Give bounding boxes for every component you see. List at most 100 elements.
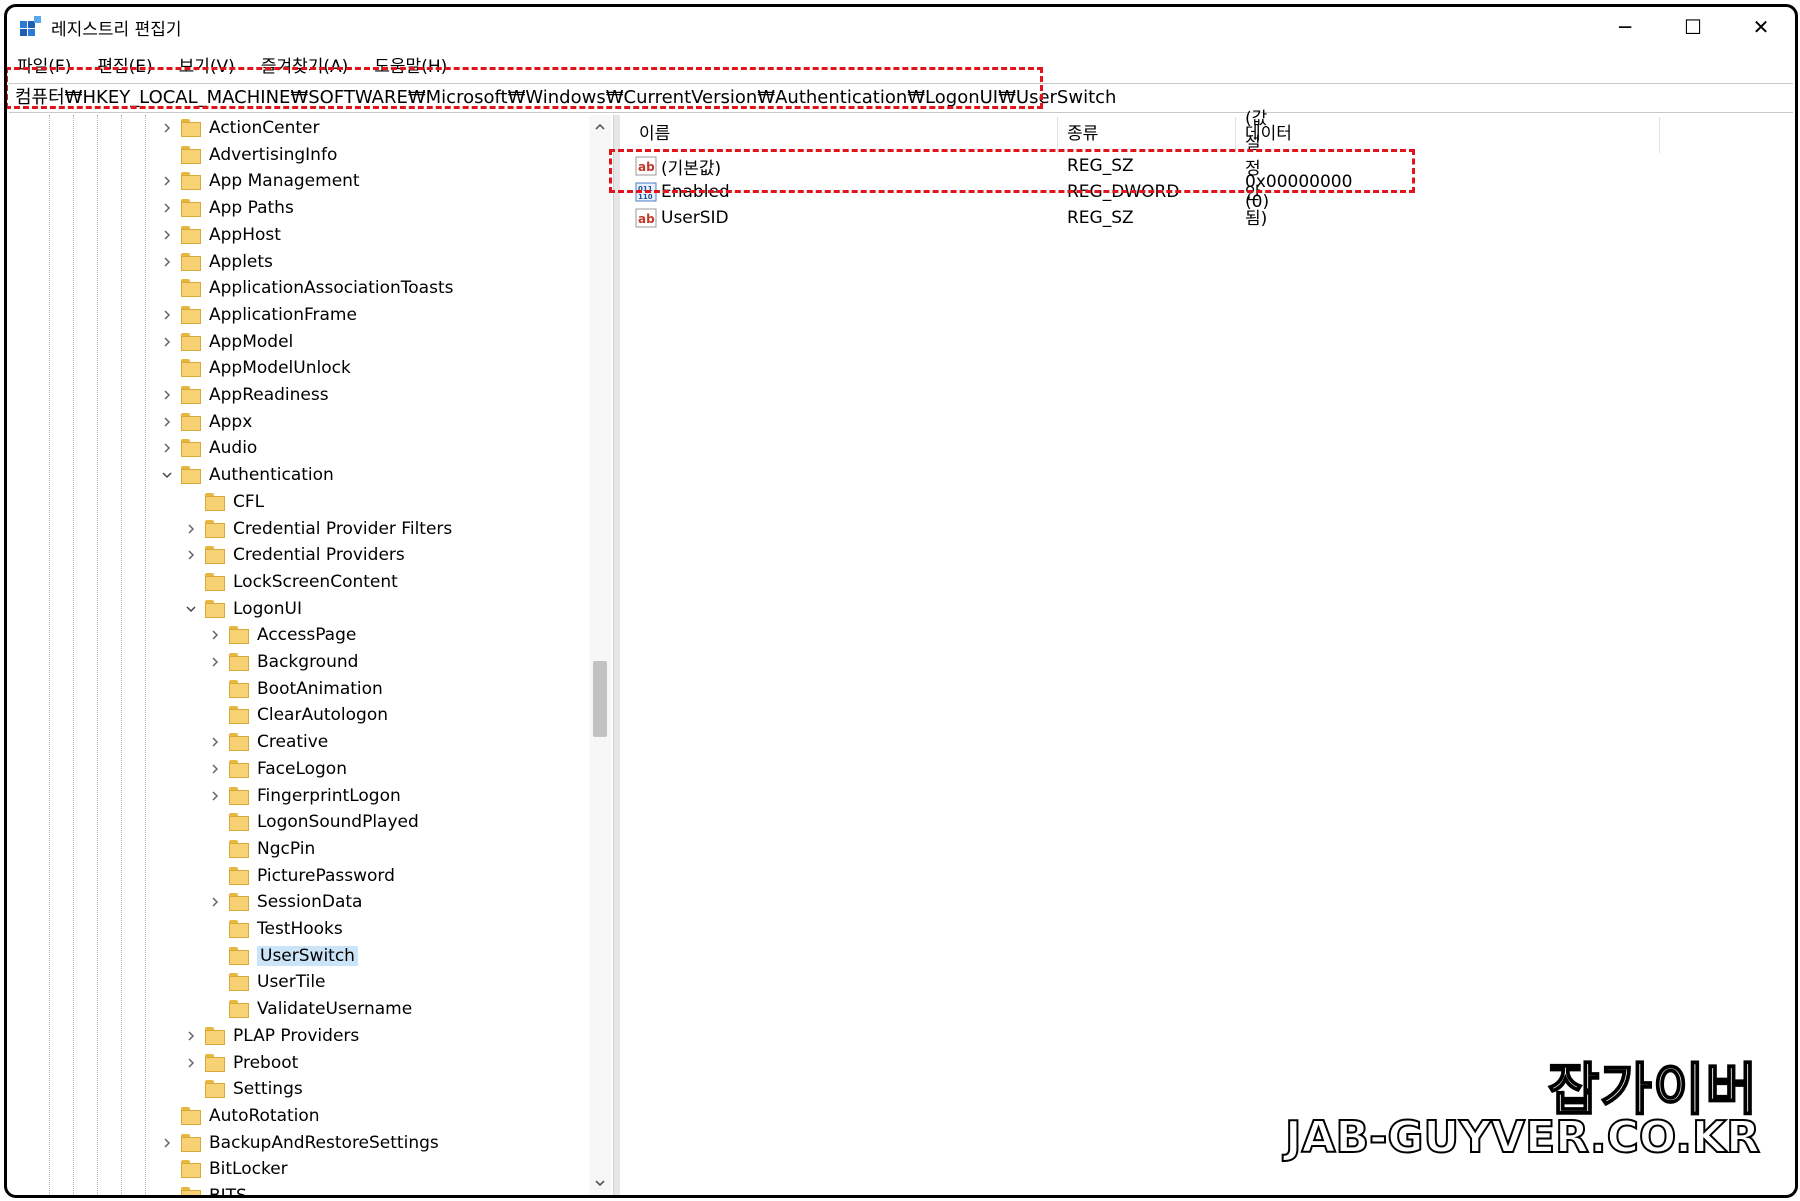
scroll-down-arrow-icon[interactable] [594, 1177, 606, 1189]
tree-connector [207, 841, 223, 857]
tree-node[interactable]: App Management [159, 168, 360, 194]
chevron-right-icon[interactable] [159, 120, 175, 136]
registry-editor-window: 레지스트리 편집기 ─ ☐ ✕ 파일(F) 편집(E) 보기(V) 즐겨찾기(A… [4, 4, 1798, 1198]
tree-scrollbar[interactable] [589, 115, 611, 1195]
tree-guide-line [49, 115, 50, 1195]
tree-node[interactable]: BitLocker [159, 1156, 288, 1182]
address-bar[interactable]: 컴퓨터₩HKEY_LOCAL_MACHINE₩SOFTWARE₩Microsof… [9, 83, 1793, 113]
menu-file[interactable]: 파일(F) [17, 52, 71, 77]
chevron-down-icon[interactable] [183, 601, 199, 617]
chevron-right-icon[interactable] [207, 654, 223, 670]
tree-node[interactable]: FaceLogon [207, 756, 347, 782]
chevron-right-icon[interactable] [207, 788, 223, 804]
tree-node[interactable]: ApplicationFrame [159, 302, 357, 328]
menu-favorites[interactable]: 즐겨찾기(A) [261, 52, 348, 77]
tree-node[interactable]: AppModelUnlock [159, 355, 351, 381]
column-divider[interactable] [1057, 117, 1058, 153]
chevron-right-icon[interactable] [159, 334, 175, 350]
chevron-right-icon[interactable] [159, 387, 175, 403]
pane-splitter[interactable] [613, 115, 620, 1195]
tree-node[interactable]: ApplicationAssociationToasts [159, 275, 453, 301]
scroll-up-arrow-icon[interactable] [594, 121, 606, 133]
tree-node[interactable]: BootAnimation [207, 676, 383, 702]
folder-icon [205, 1026, 225, 1045]
tree-node[interactable]: LockScreenContent [183, 569, 398, 595]
tree-node[interactable]: BITS [159, 1183, 247, 1195]
menu-view[interactable]: 보기(V) [179, 52, 235, 77]
tree-node[interactable]: Appx [159, 409, 252, 435]
tree-node[interactable]: Background [207, 649, 358, 675]
tree-node[interactable]: ClearAutologon [207, 702, 388, 728]
tree-connector [159, 1188, 175, 1195]
chevron-right-icon[interactable] [159, 414, 175, 430]
tree-node[interactable]: PLAP Providers [183, 1023, 359, 1049]
value-row[interactable]: ab (기본값) REG_SZ (값 설정 안 됨) [635, 109, 1267, 229]
column-header-name[interactable]: 이름 [639, 119, 670, 144]
column-header-type[interactable]: 종류 [1067, 119, 1098, 144]
tree-node[interactable]: AppReadiness [159, 382, 329, 408]
tree-connector [159, 360, 175, 376]
chevron-right-icon[interactable] [159, 200, 175, 216]
chevron-right-icon[interactable] [207, 627, 223, 643]
tree-node[interactable]: ActionCenter [159, 115, 319, 141]
tree-node[interactable]: BackupAndRestoreSettings [159, 1130, 439, 1156]
tree-node[interactable]: Applets [159, 249, 273, 275]
tree-node[interactable]: FingerprintLogon [207, 783, 401, 809]
tree-node[interactable]: Creative [207, 729, 328, 755]
tree-node[interactable]: SessionData [207, 889, 362, 915]
tree-node[interactable]: Settings [183, 1076, 303, 1102]
tree-node[interactable]: UserTile [207, 969, 326, 995]
tree-node[interactable]: LogonUI [183, 596, 302, 622]
folder-icon [181, 225, 201, 244]
value-name: UserSID [661, 208, 729, 228]
chevron-right-icon[interactable] [183, 1028, 199, 1044]
value-row-enabled[interactable]: 011 110 Enabled REG_DWORD 0x00000000 (0) [635, 172, 1352, 212]
chevron-right-icon[interactable] [207, 761, 223, 777]
tree-connector [207, 868, 223, 884]
tree-node[interactable]: AccessPage [207, 622, 356, 648]
chevron-right-icon[interactable] [207, 894, 223, 910]
chevron-right-icon[interactable] [159, 440, 175, 456]
chevron-right-icon[interactable] [159, 173, 175, 189]
tree-node[interactable]: Audio [159, 435, 257, 461]
chevron-right-icon[interactable] [207, 734, 223, 750]
tree-node[interactable]: AppHost [159, 222, 281, 248]
tree-node[interactable]: AppModel [159, 329, 293, 355]
tree-node[interactable]: AdvertisingInfo [159, 142, 337, 168]
minimize-button[interactable]: ─ [1591, 7, 1659, 47]
maximize-button[interactable]: ☐ [1659, 7, 1727, 47]
chevron-right-icon[interactable] [183, 521, 199, 537]
value-row[interactable]: ab UserSID REG_SZ [635, 205, 1134, 231]
column-divider[interactable] [1659, 117, 1660, 153]
chevron-right-icon[interactable] [159, 227, 175, 243]
tree-node[interactable]: NgcPin [207, 836, 315, 862]
tree-node-label: FaceLogon [257, 758, 347, 779]
tree-node-label: BootAnimation [257, 678, 383, 699]
tree-node[interactable]: Preboot [183, 1050, 298, 1076]
menu-edit[interactable]: 편집(E) [97, 52, 152, 77]
scrollbar-thumb[interactable] [593, 661, 607, 737]
folder-icon [205, 546, 225, 565]
column-divider[interactable] [1235, 117, 1236, 153]
tree-node[interactable]: App Paths [159, 195, 294, 221]
menu-help[interactable]: 도움말(H) [374, 52, 447, 77]
chevron-right-icon[interactable] [183, 1055, 199, 1071]
chevron-right-icon[interactable] [159, 1135, 175, 1151]
tree-node[interactable]: PicturePassword [207, 863, 395, 889]
tree-node[interactable]: Credential Providers [183, 542, 405, 568]
tree-node[interactable]: LogonSoundPlayed [207, 809, 419, 835]
folder-icon [229, 946, 249, 965]
tree-node[interactable]: UserSwitch [207, 943, 358, 969]
chevron-down-icon[interactable] [159, 467, 175, 483]
tree-node[interactable]: Authentication [159, 462, 334, 488]
close-button[interactable]: ✕ [1727, 7, 1795, 47]
chevron-right-icon[interactable] [159, 254, 175, 270]
chevron-right-icon[interactable] [159, 307, 175, 323]
tree-node[interactable]: Credential Provider Filters [183, 516, 452, 542]
chevron-right-icon[interactable] [183, 547, 199, 563]
tree-node[interactable]: TestHooks [207, 916, 343, 942]
tree-node[interactable]: AutoRotation [159, 1103, 320, 1129]
folder-icon [229, 1000, 249, 1019]
tree-node[interactable]: CFL [183, 489, 264, 515]
tree-node[interactable]: ValidateUsername [207, 996, 412, 1022]
